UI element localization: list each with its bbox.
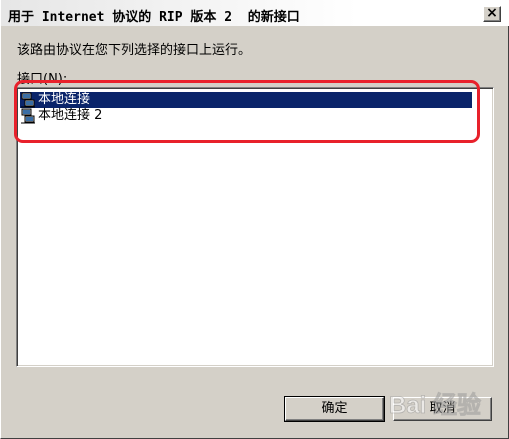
interface-listbox[interactable]: 本地连接 本地连接 2 bbox=[16, 87, 494, 367]
window-title: 用于 Internet 协议的 RIP 版本 2 的新接口 bbox=[8, 10, 300, 25]
interface-list-item-local-connection[interactable]: 本地连接 bbox=[20, 92, 472, 108]
close-icon: × bbox=[486, 5, 498, 21]
interface-label: 本地连接 bbox=[38, 92, 91, 107]
cancel-button[interactable]: 取消 bbox=[393, 397, 492, 421]
dialog-description: 该路由协议在您下列选择的接口上运行。 bbox=[17, 43, 252, 58]
network-connection-icon bbox=[21, 108, 35, 124]
network-connection-icon bbox=[21, 92, 35, 108]
interface-label: 本地连接 2 bbox=[38, 108, 103, 123]
interface-list-item-local-connection-2[interactable]: 本地连接 2 bbox=[20, 108, 472, 124]
interface-list-label: 接口(N): bbox=[17, 72, 68, 87]
close-button[interactable]: × bbox=[483, 5, 501, 22]
ok-button[interactable]: 确定 bbox=[284, 396, 385, 422]
title-bar[interactable]: 用于 Internet 协议的 RIP 版本 2 的新接口 × bbox=[1, 0, 509, 26]
dialog-window: 用于 Internet 协议的 RIP 版本 2 的新接口 × 该路由协议在您下… bbox=[0, 0, 509, 439]
